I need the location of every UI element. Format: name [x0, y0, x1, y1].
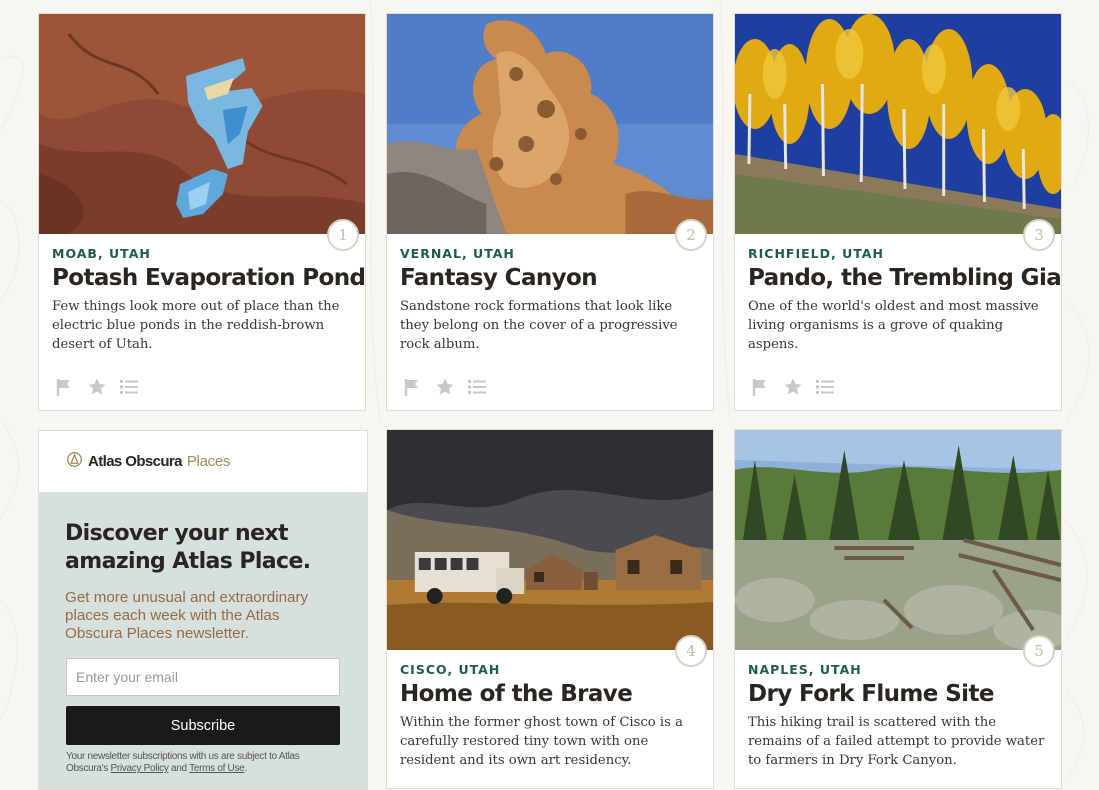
home-of-the-brave-image — [387, 430, 713, 650]
place-location[interactable]: VERNAL, UTAH — [400, 246, 700, 261]
rank-badge: 2 — [675, 219, 707, 251]
place-image[interactable] — [735, 430, 1061, 650]
place-card-4[interactable]: 4 CISCO, UTAH Home of the Brave Within t… — [386, 429, 714, 789]
place-title[interactable]: Home of the Brave — [400, 681, 700, 707]
brand-suffix: Places — [186, 453, 231, 470]
star-icon[interactable] — [435, 377, 455, 397]
place-location[interactable]: CISCO, UTAH — [400, 662, 700, 677]
place-description: Within the former ghost town of Cisco is… — [400, 715, 683, 768]
fantasy-canyon-image — [387, 14, 713, 234]
fine-print-period: . — [244, 763, 247, 774]
place-image[interactable] — [39, 14, 365, 234]
list-icon[interactable] — [467, 377, 487, 397]
rank-badge: 5 — [1023, 635, 1055, 667]
terms-of-use-link[interactable]: Terms of Use — [189, 763, 245, 774]
email-input[interactable]: Enter your email — [66, 658, 340, 696]
flag-icon[interactable] — [55, 377, 75, 397]
star-icon[interactable] — [87, 377, 107, 397]
flag-icon[interactable] — [403, 377, 423, 397]
card-actions — [403, 377, 487, 397]
place-description: One of the world's oldest and most massi… — [748, 299, 1039, 352]
place-card-5[interactable]: 5 NAPLES, UTAH Dry Fork Flume Site This … — [734, 429, 1062, 789]
newsletter-fine-print: Your newsletter subscriptions with us ar… — [66, 751, 340, 775]
newsletter-header: Atlas Obscura Places — [39, 431, 367, 493]
atlas-obscura-logo-icon — [66, 451, 83, 473]
dry-fork-flume-image — [735, 430, 1061, 650]
place-description: This hiking trail is scattered with the … — [748, 715, 1045, 768]
place-description: Few things look more out of place than t… — [52, 299, 340, 352]
place-location[interactable]: MOAB, UTAH — [52, 246, 352, 261]
rank-badge: 3 — [1023, 219, 1055, 251]
newsletter-text: Get more unusual and extraordinary place… — [65, 589, 309, 642]
potash-ponds-image — [39, 14, 365, 234]
fine-print-and: and — [171, 763, 187, 774]
place-title[interactable]: Fantasy Canyon — [400, 265, 700, 291]
card-actions — [751, 377, 835, 397]
place-card-1[interactable]: 1 MOAB, UTAH Potash Evaporation Ponds Fe… — [38, 13, 366, 411]
place-location[interactable]: NAPLES, UTAH — [748, 662, 1048, 677]
list-icon[interactable] — [119, 377, 139, 397]
card-actions — [55, 377, 139, 397]
place-title[interactable]: Potash Evaporation Ponds — [52, 265, 365, 291]
place-image[interactable] — [387, 14, 713, 234]
flag-icon[interactable] — [751, 377, 771, 397]
rank-badge: 1 — [327, 219, 359, 251]
newsletter-signup: Atlas Obscura Places Discover your next … — [38, 430, 368, 790]
place-image[interactable] — [387, 430, 713, 650]
newsletter-headline: Discover your next amazing Atlas Place. — [65, 521, 311, 574]
privacy-policy-link[interactable]: Privacy Policy — [111, 763, 169, 774]
place-description: Sandstone rock formations that look like… — [400, 299, 678, 352]
aspen-grove-image — [735, 14, 1061, 234]
brand-name: Atlas Obscura — [88, 453, 183, 470]
place-card-2[interactable]: 2 VERNAL, UTAH Fantasy Canyon Sandstone … — [386, 13, 714, 411]
place-image[interactable] — [735, 14, 1061, 234]
list-icon[interactable] — [815, 377, 835, 397]
place-title[interactable]: Dry Fork Flume Site — [748, 681, 1048, 707]
place-card-3[interactable]: 3 RICHFIELD, UTAH Pando, the Trembling G… — [734, 13, 1062, 411]
rank-badge: 4 — [675, 635, 707, 667]
place-location[interactable]: RICHFIELD, UTAH — [748, 246, 1048, 261]
subscribe-button[interactable]: Subscribe — [66, 706, 340, 745]
place-title[interactable]: Pando, the Trembling Giant — [748, 265, 1061, 291]
star-icon[interactable] — [783, 377, 803, 397]
